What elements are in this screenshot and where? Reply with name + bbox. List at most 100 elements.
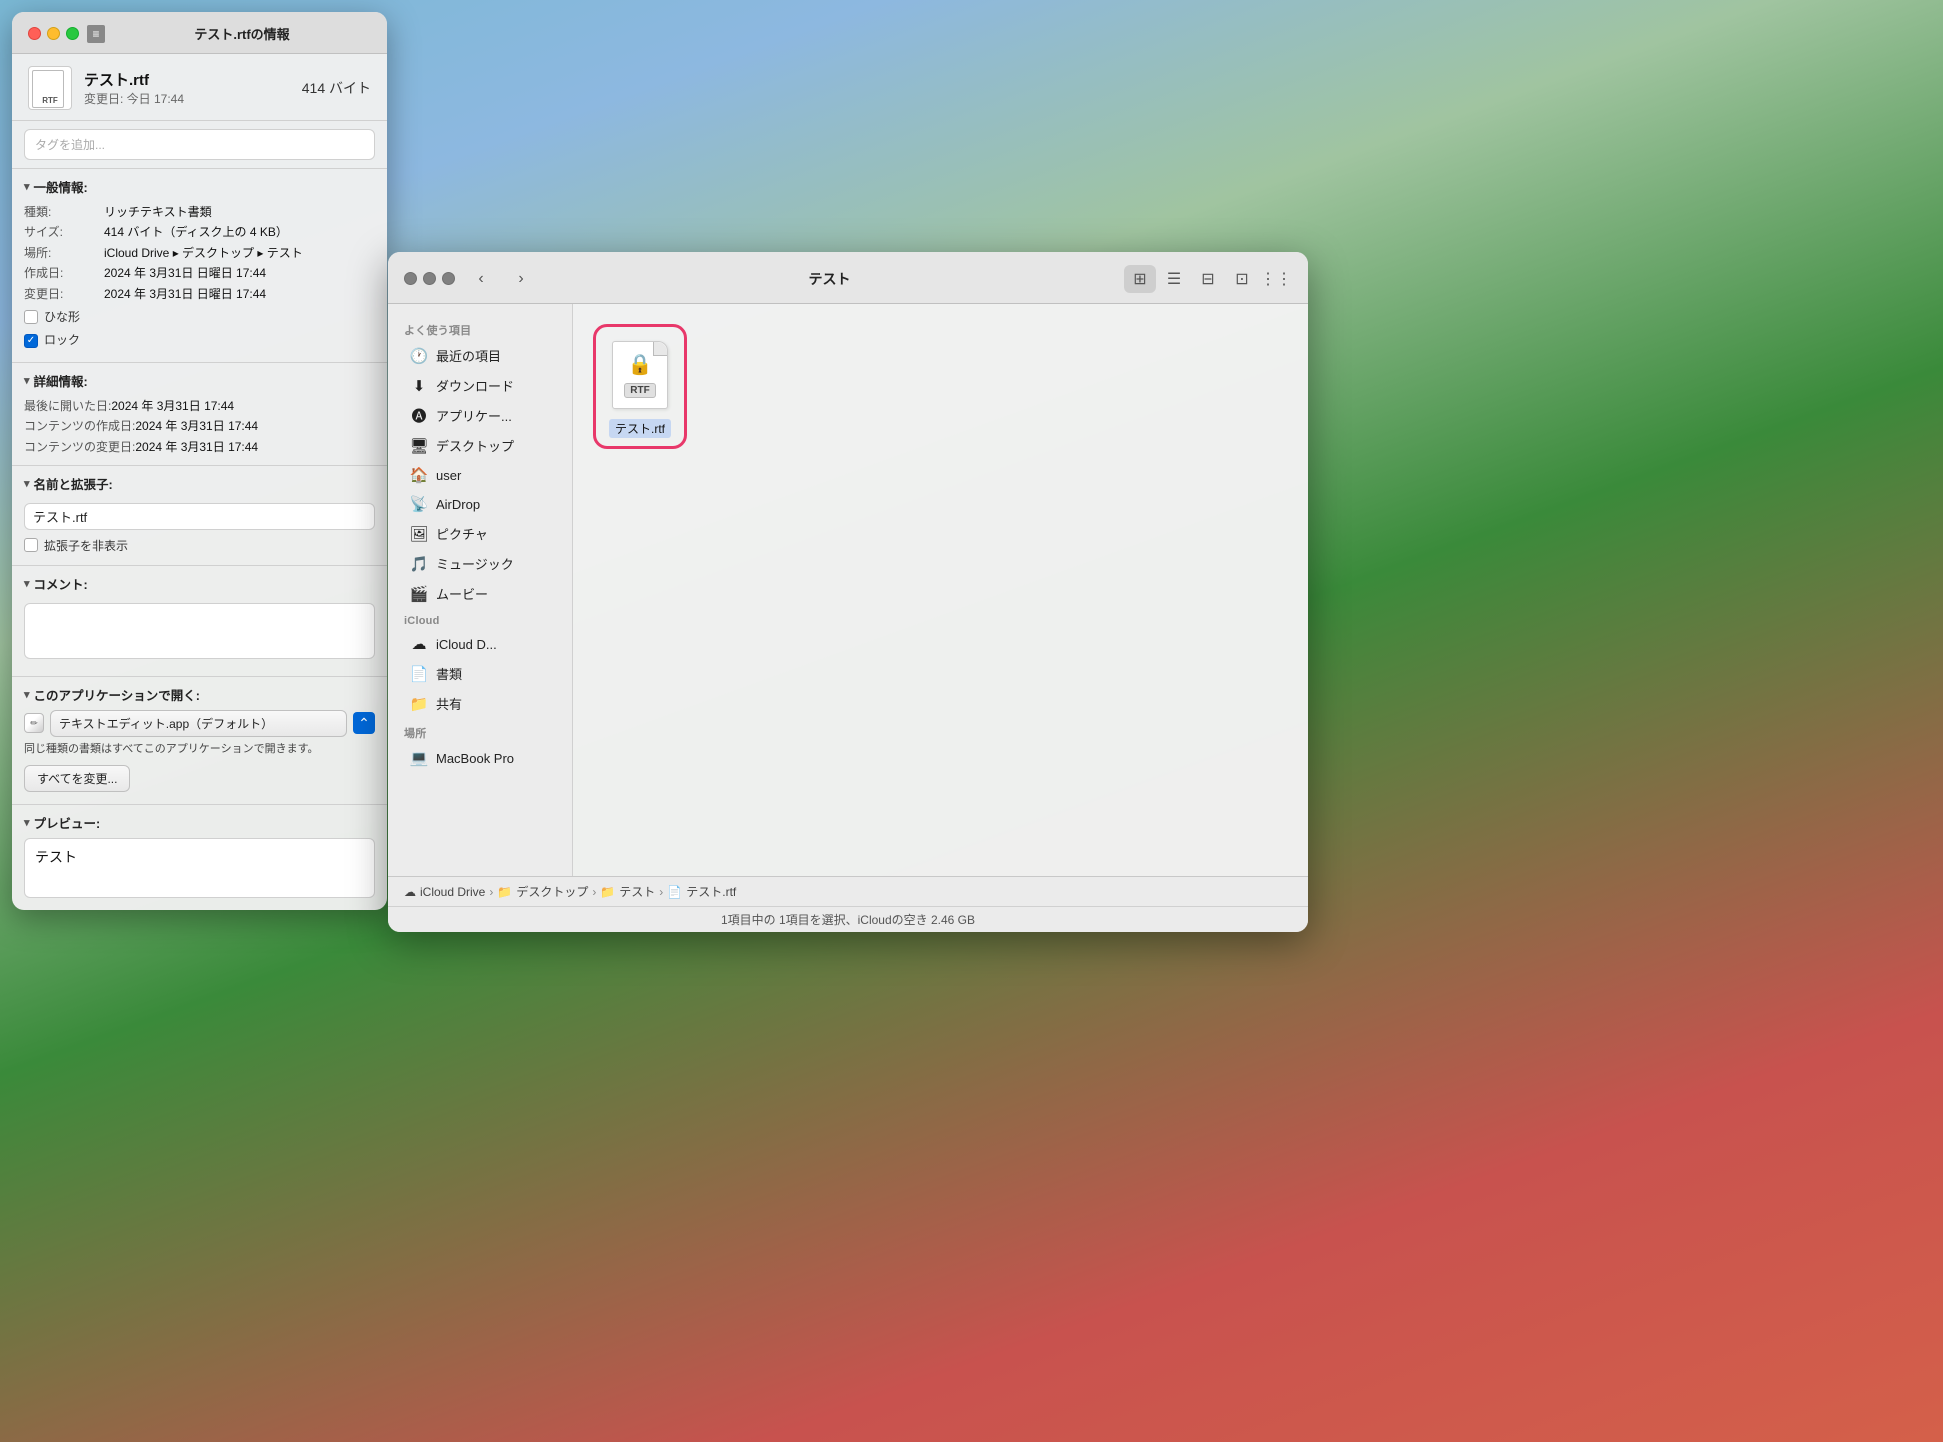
icloud-drive-icon: ☁ — [410, 635, 428, 653]
comment-input[interactable] — [24, 603, 375, 659]
sidebar-icloud-drive-label: iCloud D... — [436, 637, 497, 652]
desktop-breadcrumb-label: デスクトップ — [516, 883, 588, 900]
last-opened-value: 2024 年 3月31日 17:44 — [111, 396, 234, 416]
content-modified-row: コンテンツの変更日: 2024 年 3月31日 17:44 — [24, 437, 375, 457]
sidebar-item-icloud-drive[interactable]: ☁ iCloud D... — [394, 630, 566, 658]
sidebar-music-label: ミュージック — [436, 554, 514, 573]
file-icon — [28, 66, 72, 110]
finder-window: ‹ › テスト ⊞ ☰ ⊟ ⊡ ⋮⋮ よく使う項目 🕐 最近の項目 ⬇ ダウンロ… — [388, 252, 1308, 932]
open-with-header[interactable]: このアプリケーションで開く: — [24, 685, 375, 704]
recent-icon: 🕐 — [410, 347, 428, 365]
sidebar-documents-label: 書類 — [436, 664, 462, 683]
airdrop-icon: 📡 — [410, 495, 428, 513]
minimize-button[interactable] — [47, 27, 60, 40]
breadcrumb: ☁ iCloud Drive › 📁 デスクトップ › 📁 テスト › 📄 テス… — [388, 877, 1308, 907]
file-name: テスト.rtf — [84, 69, 290, 90]
sidebar-item-desktop[interactable]: 🖥 デスクトップ — [394, 431, 566, 460]
name-ext-header[interactable]: 名前と拡張子: — [24, 474, 375, 493]
finder-close-button[interactable] — [404, 272, 417, 285]
downloads-icon: ⬇ — [410, 377, 428, 395]
sidebar-item-downloads[interactable]: ⬇ ダウンロード — [394, 371, 566, 400]
hide-ext-row[interactable]: 拡張子を非表示 — [24, 537, 375, 554]
kind-label: 種類: — [24, 202, 104, 222]
cover-view-button[interactable]: ⊡ — [1226, 265, 1258, 293]
macbook-icon: 💻 — [410, 749, 428, 767]
finder-maximize-button[interactable] — [442, 272, 455, 285]
file-item-name: テスト.rtf — [609, 419, 671, 438]
lock-label: ロック — [44, 330, 80, 350]
sidebar-item-macbook[interactable]: 💻 MacBook Pro — [394, 744, 566, 772]
hina-checkbox[interactable] — [24, 310, 38, 324]
finder-main: 🔒 RTF テスト.rtf — [573, 304, 1308, 876]
traffic-lights — [28, 27, 79, 40]
finder-content: よく使う項目 🕐 最近の項目 ⬇ ダウンロード 🅐 アプリケー... 🖥 デスク… — [388, 304, 1308, 876]
hina-label: ひな形 — [44, 307, 80, 327]
sidebar-item-recent[interactable]: 🕐 最近の項目 — [394, 341, 566, 370]
sidebar-item-user[interactable]: 🏠 user — [394, 461, 566, 489]
size-label: サイズ: — [24, 222, 104, 242]
hina-row[interactable]: ひな形 — [24, 307, 375, 327]
preview-header[interactable]: プレビュー: — [24, 813, 375, 832]
file-header: テスト.rtf 変更日: 今日 17:44 414 バイト — [12, 54, 387, 121]
breadcrumb-icloud[interactable]: ☁ iCloud Drive — [404, 885, 485, 899]
finder-traffic-lights — [404, 272, 455, 285]
sidebar-item-airdrop[interactable]: 📡 AirDrop — [394, 490, 566, 518]
breadcrumb-desktop[interactable]: 📁 デスクトップ — [497, 883, 588, 900]
kind-value: リッチテキスト書類 — [104, 202, 212, 222]
maximize-button[interactable] — [66, 27, 79, 40]
sidebar-item-music[interactable]: 🎵 ミュージック — [394, 549, 566, 578]
panel-title: テスト.rtfの情報 — [113, 24, 371, 43]
app-description: 同じ種類の書類はすべてこのアプリケーションで開きます。 — [24, 741, 375, 758]
selected-file-item[interactable]: 🔒 RTF テスト.rtf — [593, 324, 687, 449]
sidebar-item-movies[interactable]: 🎬 ムービー — [394, 579, 566, 608]
file-modified: 変更日: 今日 17:44 — [84, 90, 290, 107]
created-row: 作成日: 2024 年 3月31日 日曜日 17:44 — [24, 263, 375, 283]
general-info-section: 一般情報: 種類: リッチテキスト書類 サイズ: 414 バイト（ディスク上の … — [12, 168, 387, 362]
sidebar-item-applications[interactable]: 🅐 アプリケー... — [394, 401, 566, 430]
detail-info-header[interactable]: 詳細情報: — [24, 371, 375, 390]
kind-row: 種類: リッチテキスト書類 — [24, 202, 375, 222]
finder-minimize-button[interactable] — [423, 272, 436, 285]
extra-view-button[interactable]: ⋮⋮ — [1260, 265, 1292, 293]
breadcrumb-sep-3: › — [659, 885, 663, 899]
sidebar-item-documents[interactable]: 📄 書類 — [394, 659, 566, 688]
general-info-body: 種類: リッチテキスト書類 サイズ: 414 バイト（ディスク上の 4 KB） … — [24, 202, 375, 351]
tag-field[interactable]: タグを追加... — [24, 129, 375, 160]
app-select-arrow[interactable]: ⌃ — [353, 712, 375, 734]
rtf-page: 🔒 RTF — [612, 341, 668, 409]
view-buttons: ⊞ ☰ ⊟ ⊡ ⋮⋮ — [1124, 265, 1292, 293]
panel-body: テスト.rtf 変更日: 今日 17:44 414 バイト タグを追加... 一… — [12, 54, 387, 910]
filename-input[interactable] — [24, 503, 375, 530]
sidebar-item-shared[interactable]: 📁 共有 — [394, 689, 566, 718]
change-all-button[interactable]: すべてを変更... — [24, 765, 130, 792]
file-name-area: テスト.rtf 変更日: 今日 17:44 — [84, 69, 290, 107]
list-view-button[interactable]: ☰ — [1158, 265, 1190, 293]
close-button[interactable] — [28, 27, 41, 40]
sidebar-desktop-label: デスクトップ — [436, 436, 514, 455]
modified-row: 変更日: 2024 年 3月31日 日曜日 17:44 — [24, 284, 375, 304]
content-modified-label: コンテンツの変更日: — [24, 437, 135, 457]
lock-row[interactable]: ロック — [24, 330, 375, 350]
location-row: 場所: iCloud Drive ▸ デスクトップ ▸ テスト — [24, 243, 375, 263]
detail-info-body: 最後に開いた日: 2024 年 3月31日 17:44 コンテンツの作成日: 2… — [24, 396, 375, 457]
grid-view-button[interactable]: ⊞ — [1124, 265, 1156, 293]
finder-bottom: ☁ iCloud Drive › 📁 デスクトップ › 📁 テスト › 📄 テス… — [388, 876, 1308, 932]
comment-header[interactable]: コメント: — [24, 574, 375, 593]
hide-ext-checkbox[interactable] — [24, 538, 38, 552]
column-view-button[interactable]: ⊟ — [1192, 265, 1224, 293]
sidebar-item-pictures[interactable]: 🖼 ピクチャ — [394, 519, 566, 548]
music-icon: 🎵 — [410, 555, 428, 573]
breadcrumb-file[interactable]: 📄 テスト.rtf — [667, 883, 736, 900]
location-label: 場所: — [24, 243, 104, 263]
breadcrumb-test-folder[interactable]: 📁 テスト — [600, 883, 655, 900]
created-value: 2024 年 3月31日 日曜日 17:44 — [104, 263, 266, 283]
forward-button[interactable]: › — [507, 265, 535, 293]
preview-content: テスト — [24, 838, 375, 898]
general-info-header[interactable]: 一般情報: — [24, 177, 375, 196]
file-breadcrumb-icon: 📄 — [667, 885, 682, 899]
back-button[interactable]: ‹ — [467, 265, 495, 293]
sidebar-pictures-label: ピクチャ — [436, 524, 488, 543]
app-select-button[interactable]: テキストエディット.app（デフォルト） — [50, 710, 347, 737]
last-opened-row: 最後に開いた日: 2024 年 3月31日 17:44 — [24, 396, 375, 416]
lock-checkbox[interactable] — [24, 334, 38, 348]
